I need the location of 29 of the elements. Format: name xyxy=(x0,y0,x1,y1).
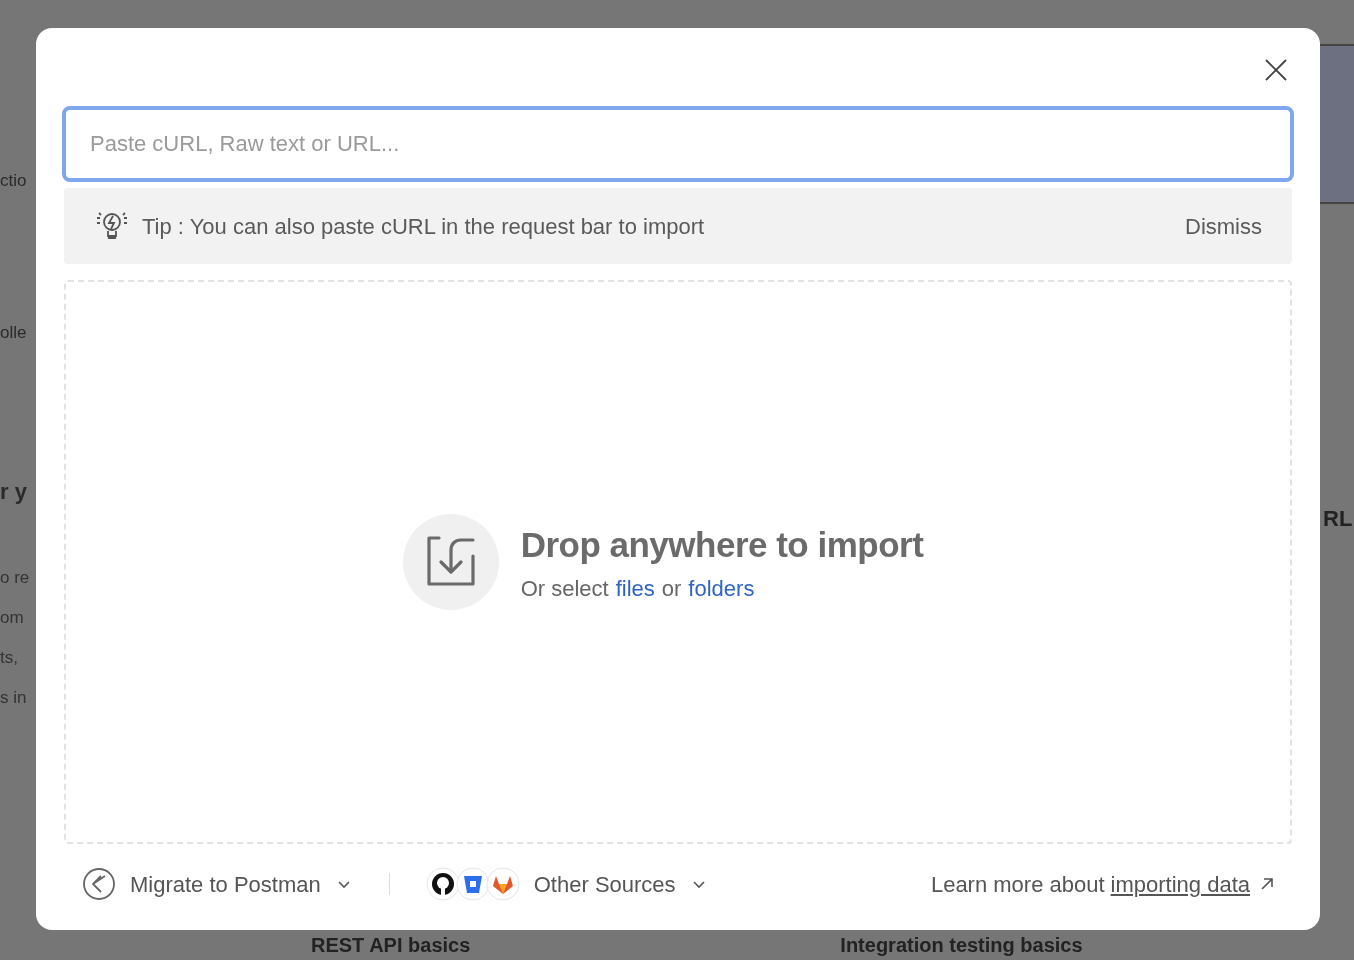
background-card-title: Integration testing basics xyxy=(840,933,1083,958)
drop-subtitle: or xyxy=(661,574,682,603)
fox-icon xyxy=(485,867,520,901)
background-text: s in xyxy=(0,687,28,709)
migrate-icon xyxy=(82,867,116,901)
importing-data-link[interactable]: importing data xyxy=(1110,867,1250,901)
tip-text: Tip : You can also paste cURL in the request bar to import xyxy=(142,212,706,241)
other-sources-button[interactable]: Other Sources xyxy=(425,867,708,901)
bucket-icon xyxy=(455,867,490,901)
background-text: r y xyxy=(0,478,28,506)
learn-more-text: Learn more about xyxy=(930,870,1105,899)
folders-link[interactable]: folders xyxy=(688,571,755,605)
background-card-title: REST API basics xyxy=(311,933,471,958)
input-field[interactable]: Paste cURL, Raw text or URL... xyxy=(62,106,1294,182)
external-link-icon xyxy=(1260,877,1274,891)
background-text: RL xyxy=(1322,505,1354,533)
background-text: ctio xyxy=(0,170,28,192)
github-icon xyxy=(425,867,460,901)
background-text: om xyxy=(0,607,25,629)
files-link[interactable]: files xyxy=(615,571,655,605)
background-text: o re xyxy=(0,567,31,589)
background-text: ts, xyxy=(0,647,19,669)
drop-title: Drop anywhere to import xyxy=(520,524,924,567)
dismiss-button[interactable]: Dismiss xyxy=(1185,209,1262,243)
drop-subtitle: Or select xyxy=(520,574,609,603)
background-text: olle xyxy=(0,321,28,344)
migrate-button[interactable]: Migrate to Postman xyxy=(82,867,353,901)
close-icon xyxy=(1264,58,1288,82)
drop-zone[interactable]: Drop anywhere to import Or select files or folders xyxy=(64,280,1292,844)
